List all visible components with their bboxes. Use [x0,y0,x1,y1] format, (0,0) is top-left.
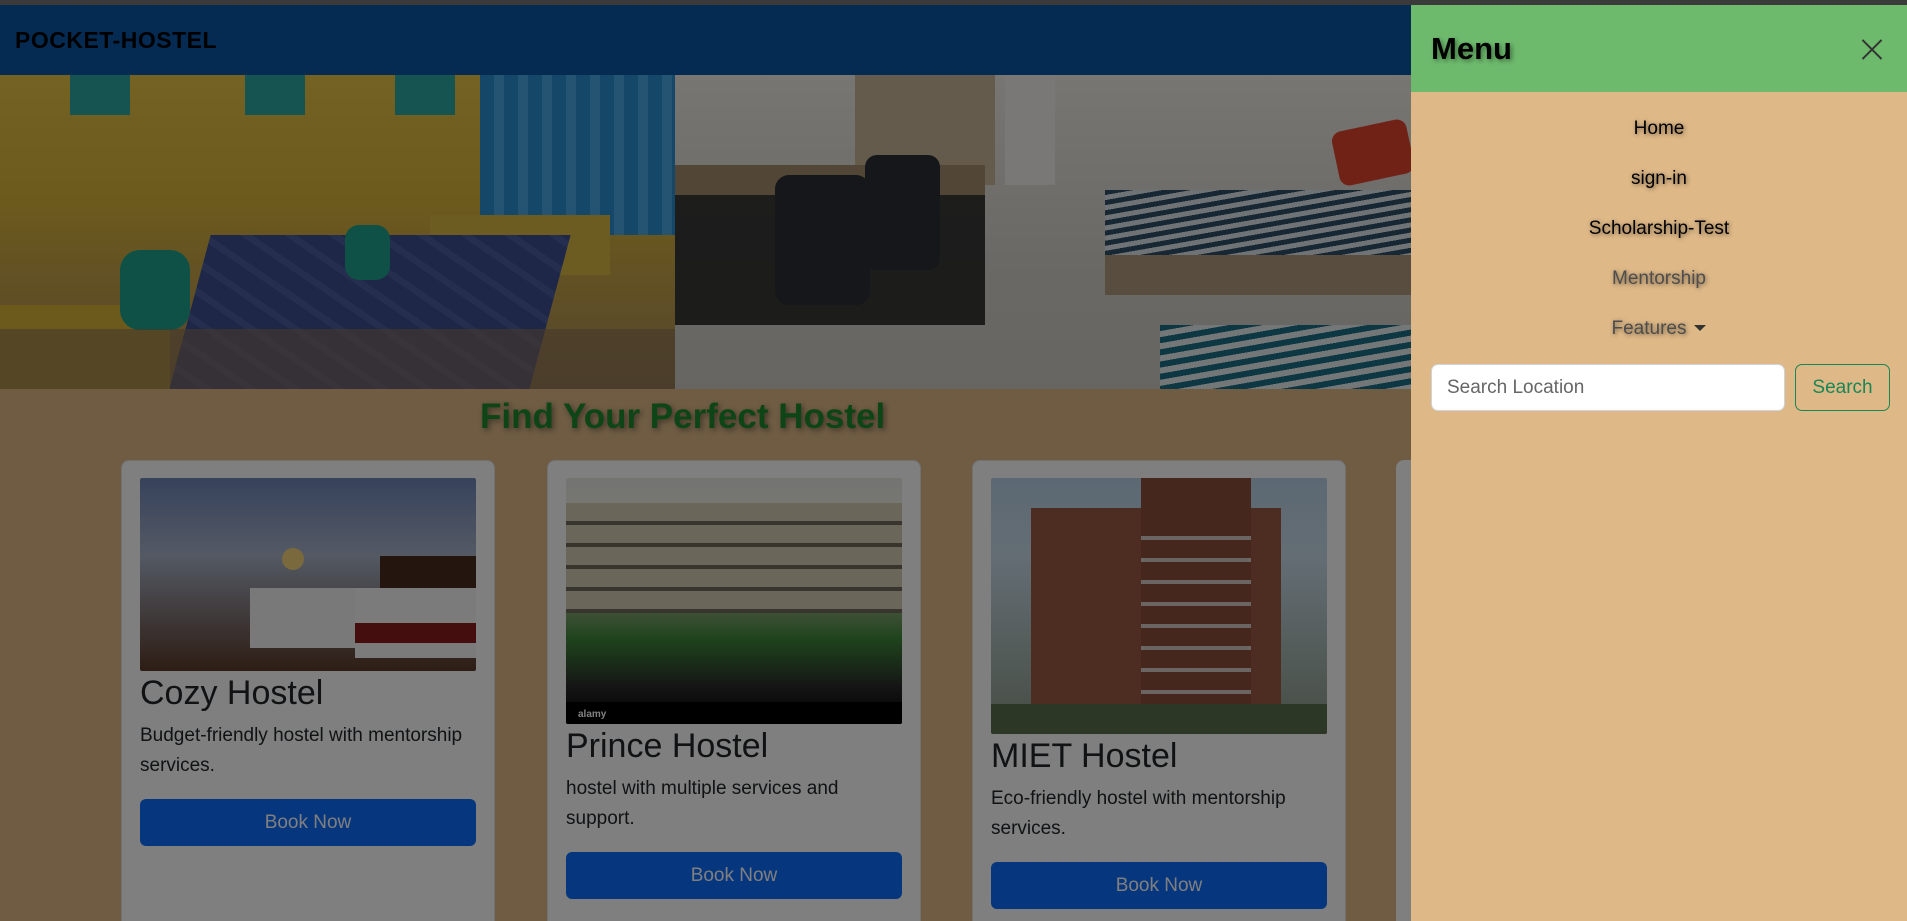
offcanvas-nav: Home sign-in Scholarship-Test Mentorship… [1411,92,1907,364]
caret-down-icon [1694,325,1707,331]
close-icon[interactable] [1857,34,1887,64]
offcanvas-header: Menu [1411,5,1907,92]
search-button[interactable]: Search [1795,364,1890,411]
nav-dropdown-features[interactable]: Features [1411,314,1907,364]
offcanvas-backdrop[interactable] [0,5,1411,921]
nav-link-home[interactable]: Home [1411,114,1907,164]
nav-dropdown-label: Features [1611,318,1687,339]
offcanvas-title: Menu [1431,30,1512,66]
nav-link-scholarship-test[interactable]: Scholarship-Test [1411,214,1907,264]
nav-link-mentorship[interactable]: Mentorship [1411,264,1907,314]
offcanvas-menu: Menu Home sign-in Scholarship-Test Mento… [1411,5,1907,921]
nav-link-sign-in[interactable]: sign-in [1411,164,1907,214]
search-location-input[interactable] [1431,364,1785,411]
search-form: Search [1411,364,1907,411]
